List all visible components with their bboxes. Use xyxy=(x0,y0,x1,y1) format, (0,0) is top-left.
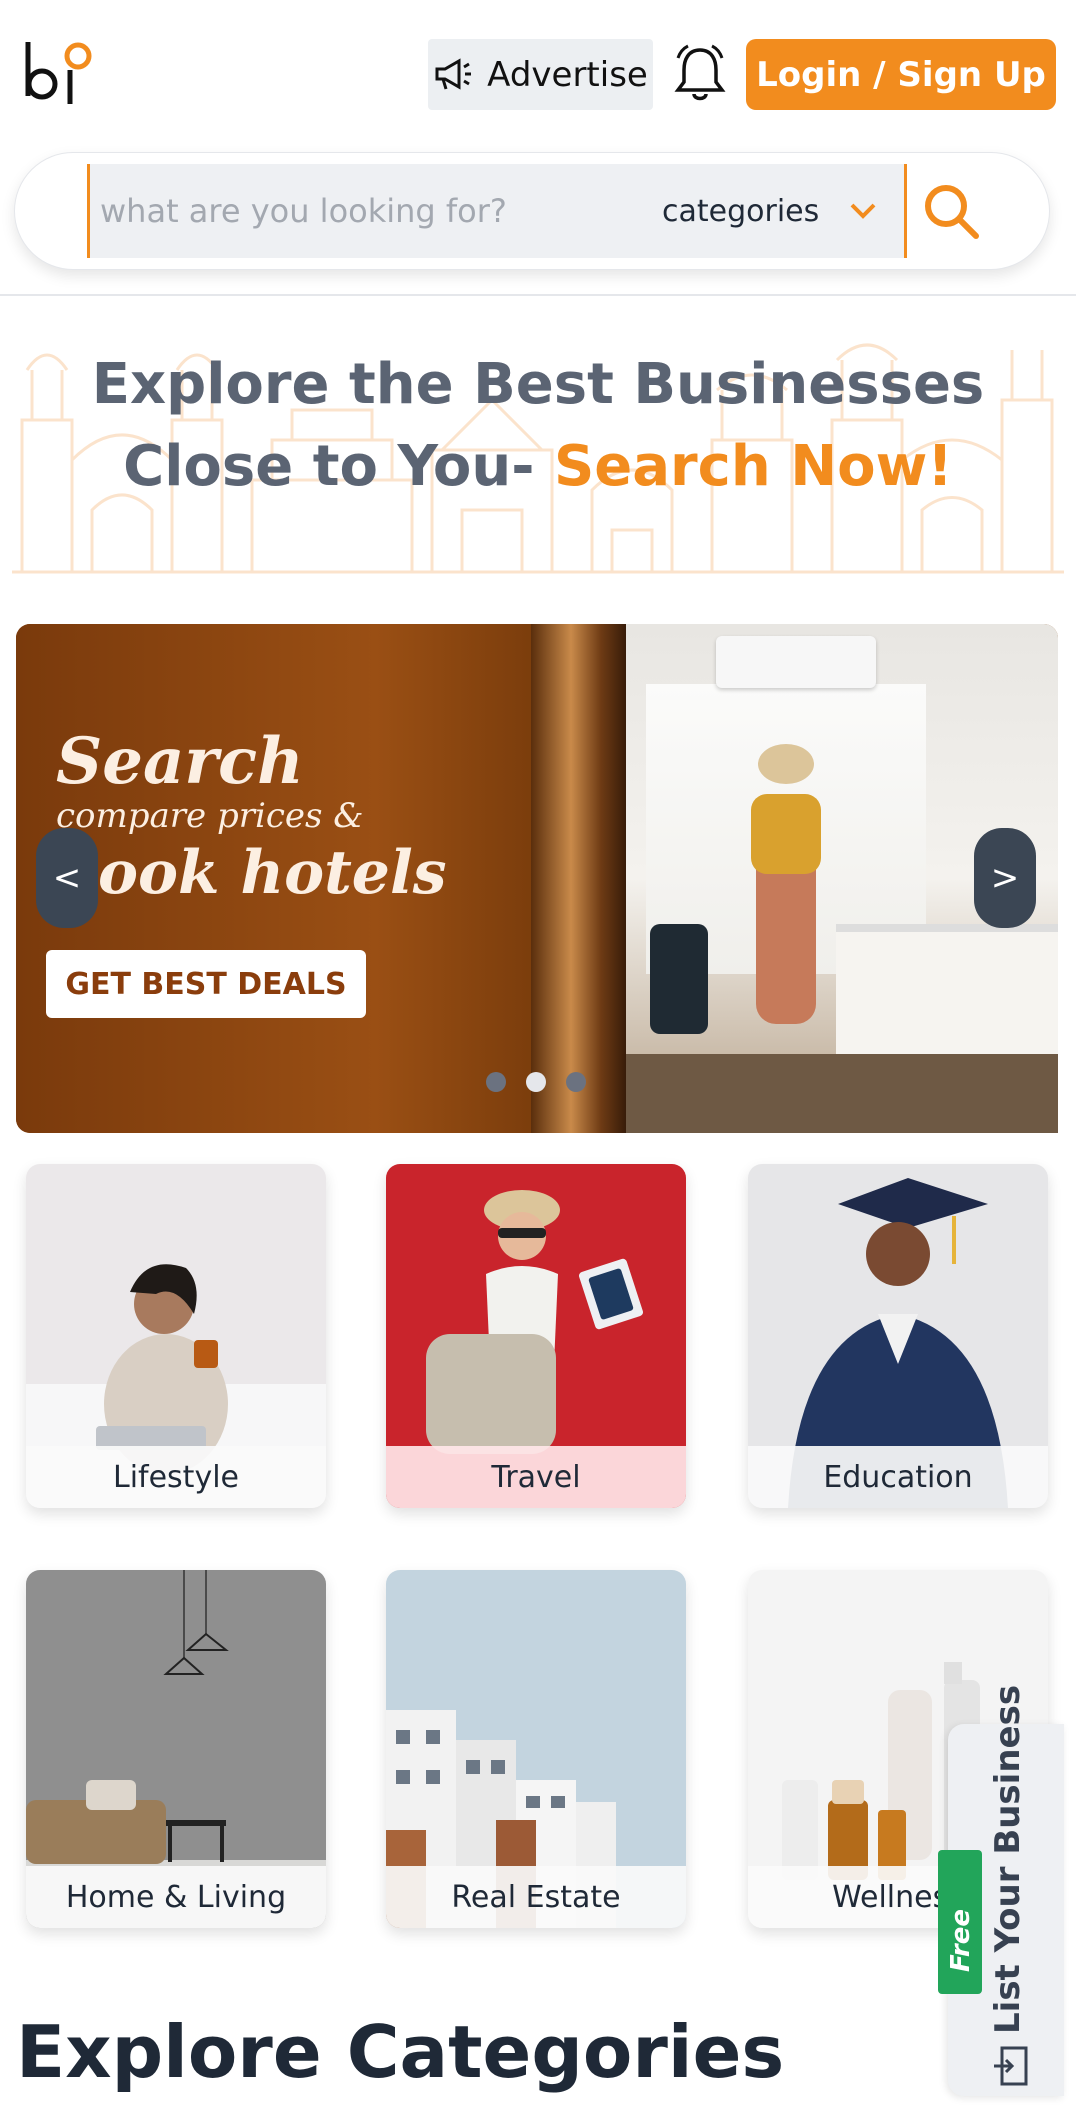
hero-title-accent: Search Now! xyxy=(553,434,953,499)
air-conditioner-graphic xyxy=(716,636,876,688)
notification-bell-icon[interactable] xyxy=(672,44,728,104)
carousel-prev-button[interactable]: < xyxy=(36,828,98,928)
login-signup-button[interactable]: Login / Sign Up xyxy=(746,39,1056,110)
slide-headline: Search xyxy=(56,724,304,799)
category-label: Real Estate xyxy=(386,1866,686,1928)
curtain-graphic xyxy=(531,624,631,1133)
carousel-dot-3[interactable] xyxy=(566,1072,586,1092)
category-card-real-estate[interactable]: Real Estate xyxy=(386,1570,686,1928)
carousel-dot-1[interactable] xyxy=(486,1072,506,1092)
free-badge-label: Free xyxy=(946,1909,976,1972)
list-business-label: List Your Business xyxy=(988,1684,1028,2034)
search-input[interactable] xyxy=(100,164,630,258)
traveler-hat xyxy=(758,744,814,784)
carousel-dot-2[interactable] xyxy=(526,1072,546,1092)
carousel-next-button[interactable]: > xyxy=(974,828,1036,928)
brand-logo[interactable] xyxy=(22,38,92,108)
category-card-home-living[interactable]: Home & Living xyxy=(26,1570,326,1928)
advertise-label: Advertise xyxy=(487,54,648,95)
category-label: Education xyxy=(748,1446,1048,1508)
category-dropdown[interactable]: categories xyxy=(662,164,897,258)
get-best-deals-button[interactable]: GET BEST DEALS xyxy=(46,950,366,1018)
traveler-shirt xyxy=(751,794,821,874)
slide-tagline: book hotels xyxy=(56,838,447,908)
hero-title: Explore the Best Businesses Close to You… xyxy=(20,344,1056,508)
advertise-button[interactable]: Advertise xyxy=(428,39,653,110)
header-divider xyxy=(0,294,1076,296)
explore-categories-title: Explore Categories xyxy=(16,2010,785,2094)
floor-graphic xyxy=(626,1054,1058,1133)
slide-subline: compare prices & xyxy=(56,796,364,836)
category-label: Travel xyxy=(386,1446,686,1508)
hero-section: Explore the Best Businesses Close to You… xyxy=(0,300,1076,580)
chevron-down-icon xyxy=(850,203,876,219)
category-dropdown-label: categories xyxy=(662,193,820,229)
search-icon[interactable] xyxy=(920,180,982,242)
search-box: categories xyxy=(87,164,907,258)
bed-graphic xyxy=(836,924,1058,1054)
category-label: Lifestyle xyxy=(26,1446,326,1508)
suitcase-graphic xyxy=(650,924,708,1034)
category-card-education[interactable]: Education xyxy=(748,1164,1048,1508)
door-enter-icon xyxy=(994,2046,1028,2086)
megaphone-icon xyxy=(435,57,472,90)
top-header: Advertise Login / Sign Up xyxy=(0,0,1076,150)
category-card-travel[interactable]: Travel xyxy=(386,1164,686,1508)
category-card-lifestyle[interactable]: Lifestyle xyxy=(26,1164,326,1508)
category-label: Home & Living xyxy=(26,1866,326,1928)
